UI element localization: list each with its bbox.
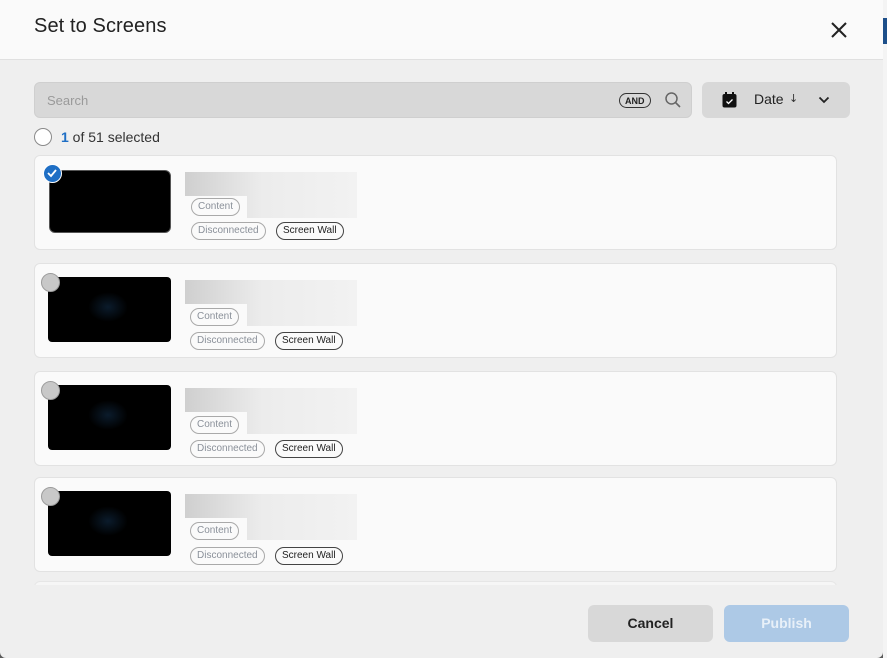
screen-list[interactable]: Content Disconnected Screen Wall Content…	[34, 155, 837, 585]
selection-summary: 1 of 51 selected	[61, 129, 160, 145]
sort-direction-icon: ↓	[789, 92, 799, 105]
screen-card[interactable]: Content Disconnected Screen Wall	[34, 263, 837, 358]
selected-count: 1	[61, 129, 69, 145]
tag-status: Disconnected	[190, 332, 265, 350]
screen-card[interactable]: Content Disconnected Screen Wall	[34, 371, 837, 466]
dialog-title: Set to Screens	[34, 15, 167, 37]
screen-card[interactable]: Content Disconnected Screen Wall	[34, 155, 837, 250]
background-accent	[883, 18, 887, 44]
set-to-screens-dialog: Set to Screens AND Date ↓ 1 of 5	[0, 0, 883, 658]
screen-select-checkbox[interactable]	[41, 487, 60, 506]
tag-type: Screen Wall	[275, 440, 343, 458]
screen-card-partial[interactable]	[34, 581, 837, 585]
tag-type: Screen Wall	[275, 332, 343, 350]
chevron-down-icon	[818, 96, 830, 104]
calendar-icon	[722, 92, 737, 108]
dialog-header: Set to Screens	[0, 0, 883, 60]
screen-select-checkbox[interactable]	[43, 164, 62, 183]
close-button[interactable]	[826, 17, 852, 43]
search-bar: AND	[34, 82, 692, 118]
tag-content: Content	[190, 522, 240, 540]
screen-thumbnail	[49, 170, 171, 233]
checkmark-icon	[47, 169, 57, 178]
selection-summary-text: of 51 selected	[68, 129, 160, 145]
tag-content: Content	[191, 198, 241, 216]
search-icon[interactable]	[664, 91, 682, 109]
screen-thumbnail	[48, 385, 171, 450]
cancel-button[interactable]: Cancel	[588, 605, 713, 642]
select-all-checkbox[interactable]	[34, 128, 52, 146]
tag-status: Disconnected	[190, 547, 265, 565]
tag-status: Disconnected	[191, 222, 266, 240]
screen-card[interactable]: Content Disconnected Screen Wall	[34, 477, 837, 572]
select-all-row: 1 of 51 selected	[34, 127, 160, 147]
screen-select-checkbox[interactable]	[41, 273, 60, 292]
tag-status: Disconnected	[190, 440, 265, 458]
tag-content: Content	[190, 416, 240, 434]
screen-thumbnail	[48, 491, 171, 556]
search-input[interactable]	[47, 83, 607, 117]
publish-button[interactable]: Publish	[724, 605, 849, 642]
sort-label: Date	[754, 91, 784, 107]
tag-type: Screen Wall	[276, 222, 344, 240]
tag-content: Content	[190, 308, 240, 326]
screen-select-checkbox[interactable]	[41, 381, 60, 400]
search-operator-toggle[interactable]: AND	[619, 93, 651, 108]
screen-thumbnail	[48, 277, 171, 342]
tag-type: Screen Wall	[275, 547, 343, 565]
background-app-edge	[883, 0, 887, 658]
sort-dropdown[interactable]: Date ↓	[702, 82, 850, 118]
close-icon	[831, 22, 847, 38]
